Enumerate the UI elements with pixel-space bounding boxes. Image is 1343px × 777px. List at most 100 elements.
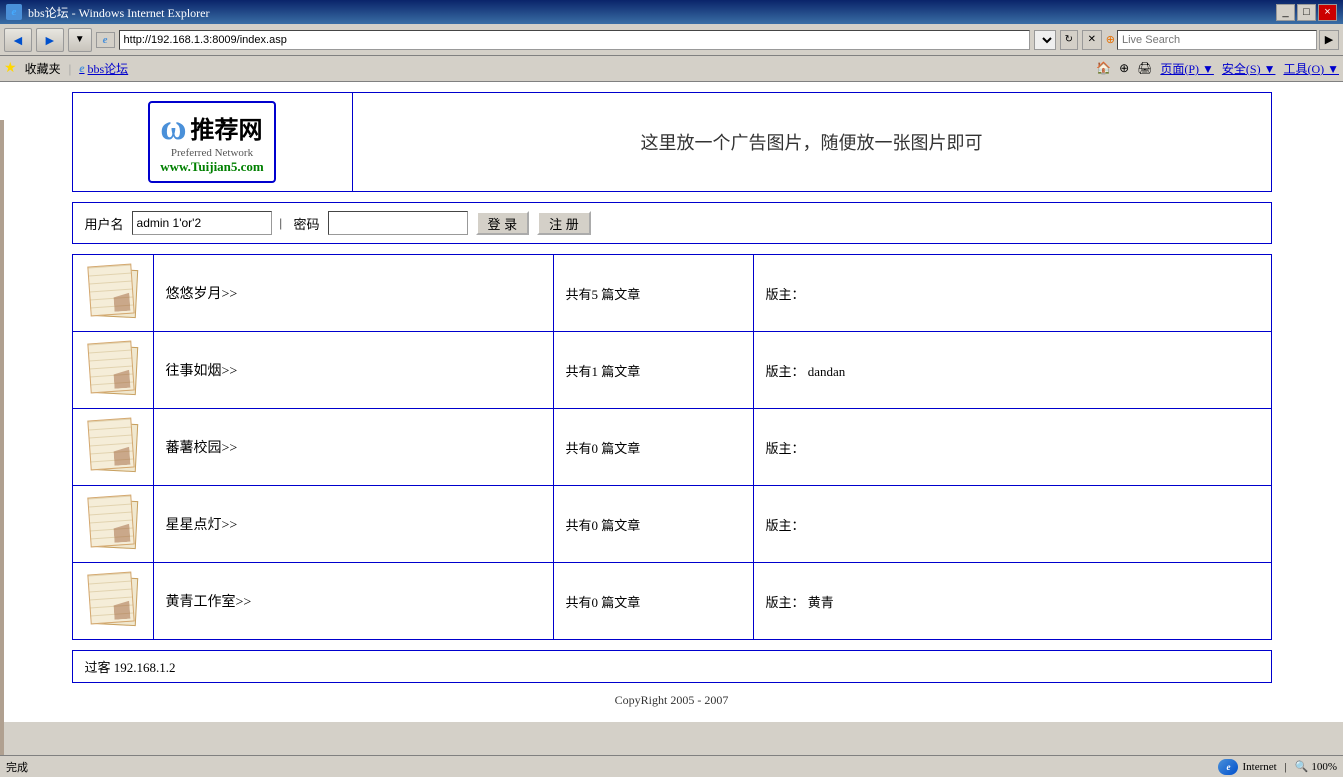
home-icon[interactable]: 🏠 xyxy=(1096,61,1111,76)
forward-arrow-icon: ► xyxy=(43,32,57,48)
live-search-input[interactable] xyxy=(1117,30,1317,50)
copyright-bar: CopyRight 2005 - 2007 xyxy=(72,689,1272,712)
refresh-button[interactable]: ↻ xyxy=(1060,30,1078,50)
tools-menu[interactable]: 工具(O) ▼ xyxy=(1283,60,1339,77)
tab-label: bbs论坛 xyxy=(88,60,129,77)
stop-button[interactable]: ▼ xyxy=(68,28,92,52)
minimize-button[interactable]: _ xyxy=(1276,4,1295,21)
zoom-icon: 🔍 xyxy=(1295,761,1309,773)
forum-count-cell: 共有0 篇文章 xyxy=(553,409,753,486)
ie-title-icon: e xyxy=(6,4,22,20)
forum-count-cell: 共有0 篇文章 xyxy=(553,486,753,563)
page-menu[interactable]: 页面(P) ▼ xyxy=(1160,60,1214,77)
password-input[interactable] xyxy=(328,211,468,235)
title-bar-left: e bbs论坛 - Windows Internet Explorer xyxy=(6,4,209,21)
print-icon[interactable]: 🖨 xyxy=(1137,61,1152,76)
forum-count-cell: 共有5 篇文章 xyxy=(553,255,753,332)
window-title: bbs论坛 - Windows Internet Explorer xyxy=(28,4,209,21)
newspaper-icon xyxy=(85,494,141,550)
zoom-value: 100% xyxy=(1311,761,1337,773)
logo-url-text: www.Tuijian5.com xyxy=(160,159,264,175)
internet-zone: e Internet xyxy=(1218,759,1276,775)
maximize-button[interactable]: □ xyxy=(1297,4,1316,21)
newspaper-icon xyxy=(85,340,141,396)
address-bar-container: e http://192.168.1.3:8009/index.asp ↻ ✕ xyxy=(96,30,1102,50)
forum-moderator-cell: 版主： xyxy=(753,409,1271,486)
zoom-level: 🔍 100% xyxy=(1295,760,1337,773)
forum-name-link[interactable]: 蕃薯校园>> xyxy=(166,441,238,456)
cursor-indicator: | xyxy=(280,215,286,231)
banner-section: ω 推荐网 Preferred Network www.Tuijian5.com… xyxy=(72,92,1272,192)
tools-menu-label: 工具(O) ▼ xyxy=(1283,60,1339,77)
password-label: 密码 xyxy=(294,214,320,233)
forum-icon-cell xyxy=(72,563,153,640)
login-section: 用户名 | 密码 登 录 注 册 xyxy=(72,202,1272,244)
page-menu-label: 页面(P) ▼ xyxy=(1160,60,1214,77)
forum-name-cell[interactable]: 星星点灯>> xyxy=(153,486,553,563)
page-wrapper: ω 推荐网 Preferred Network www.Tuijian5.com… xyxy=(72,92,1272,712)
forum-row: 星星点灯>> 共有0 篇文章版主： xyxy=(72,486,1271,563)
forum-row: 往事如烟>>共有1 篇文章版主： dandan xyxy=(72,332,1271,409)
stop-loading-button[interactable]: ✕ xyxy=(1082,30,1102,50)
forum-row: 蕃薯校园>> 共有0 篇文章版主： xyxy=(72,409,1271,486)
logo-spiral-icon: ω xyxy=(160,109,186,145)
forum-name-link[interactable]: 悠悠岁月>> xyxy=(166,287,238,302)
title-bar: e bbs论坛 - Windows Internet Explorer _ □ … xyxy=(0,0,1343,24)
logo-chinese-text: 推荐网 xyxy=(191,110,263,145)
forum-icon-cell xyxy=(72,332,153,409)
status-right: e Internet | 🔍 100% xyxy=(1218,759,1337,775)
address-input[interactable]: http://192.168.1.3:8009/index.asp xyxy=(119,30,1030,50)
newspaper-icon xyxy=(85,571,141,627)
forum-moderator-cell: 版主： xyxy=(753,486,1271,563)
forum-name-link[interactable]: 星星点灯>> xyxy=(166,518,238,533)
tab-ie-icon: e xyxy=(79,61,84,76)
toolbar-icons-right: 🏠 ⊕ 🖨 页面(P) ▼ 安全(S) ▼ 工具(O) ▼ xyxy=(1096,60,1339,77)
forum-icon-cell xyxy=(72,255,153,332)
forum-name-link[interactable]: 黄青工作室>> xyxy=(166,595,252,610)
forward-button[interactable]: ► xyxy=(36,28,64,52)
forum-name-cell[interactable]: 黄青工作室>> xyxy=(153,563,553,640)
newspaper-icon xyxy=(85,417,141,473)
forum-name-cell[interactable]: 往事如烟>> xyxy=(153,332,553,409)
live-search-icon: ⊕ xyxy=(1106,33,1115,46)
logo-text-group: 推荐网 xyxy=(191,110,263,145)
tab-bbs[interactable]: e bbs论坛 xyxy=(79,60,128,77)
back-button[interactable]: ◄ xyxy=(4,28,32,52)
register-button[interactable]: 注 册 xyxy=(537,211,591,235)
left-scroll-indicator xyxy=(0,120,4,755)
logo-area: ω 推荐网 Preferred Network www.Tuijian5.com xyxy=(73,93,353,191)
username-input[interactable] xyxy=(132,211,272,235)
forum-name-link[interactable]: 往事如烟>> xyxy=(166,364,238,379)
status-bar: 完成 e Internet | 🔍 100% xyxy=(0,755,1343,777)
forum-moderator-cell: 版主： 黄青 xyxy=(753,563,1271,640)
logo-top: ω 推荐网 xyxy=(160,109,264,145)
forum-count-cell: 共有0 篇文章 xyxy=(553,563,753,640)
forum-name-cell[interactable]: 蕃薯校园>> xyxy=(153,409,553,486)
favorites-star-icon: ★ xyxy=(4,60,17,77)
feeds-icon[interactable]: ⊕ xyxy=(1119,61,1129,76)
ad-text: 这里放一个广告图片，随便放一张图片即可 xyxy=(641,129,983,155)
logo-subtitle-text: Preferred Network xyxy=(160,147,264,159)
security-menu-label: 安全(S) ▼ xyxy=(1222,60,1276,77)
forum-icon-cell xyxy=(72,409,153,486)
forum-row: 悠悠岁月>>共有5 篇文章版主： xyxy=(72,255,1271,332)
favorites-label: 收藏夹 xyxy=(25,60,61,77)
live-search-button[interactable]: ▶ xyxy=(1319,30,1339,50)
logo-box: ω 推荐网 Preferred Network www.Tuijian5.com xyxy=(148,101,276,183)
browser-content: ω 推荐网 Preferred Network www.Tuijian5.com… xyxy=(0,82,1343,722)
forum-row: 黄青工作室>> 共有0 篇文章版主： 黄青 xyxy=(72,563,1271,640)
ie-logo-icon: e xyxy=(1218,759,1238,775)
forum-table: 悠悠岁月>>共有5 篇文章版主： 往事如烟>>共有1 篇文章版主： dandan… xyxy=(72,254,1272,640)
login-button[interactable]: 登 录 xyxy=(476,211,530,235)
status-done-text: 完成 xyxy=(6,759,1210,775)
close-button[interactable]: × xyxy=(1318,4,1337,21)
address-dropdown[interactable] xyxy=(1034,30,1056,50)
address-icon: e xyxy=(96,32,115,48)
internet-label: Internet xyxy=(1242,761,1276,773)
live-search-container: ⊕ ▶ xyxy=(1106,30,1339,50)
security-menu[interactable]: 安全(S) ▼ xyxy=(1222,60,1276,77)
forum-name-cell[interactable]: 悠悠岁月>> xyxy=(153,255,553,332)
back-arrow-icon: ◄ xyxy=(11,32,25,48)
zoom-separator: | xyxy=(1285,761,1287,773)
newspaper-icon xyxy=(85,263,141,319)
